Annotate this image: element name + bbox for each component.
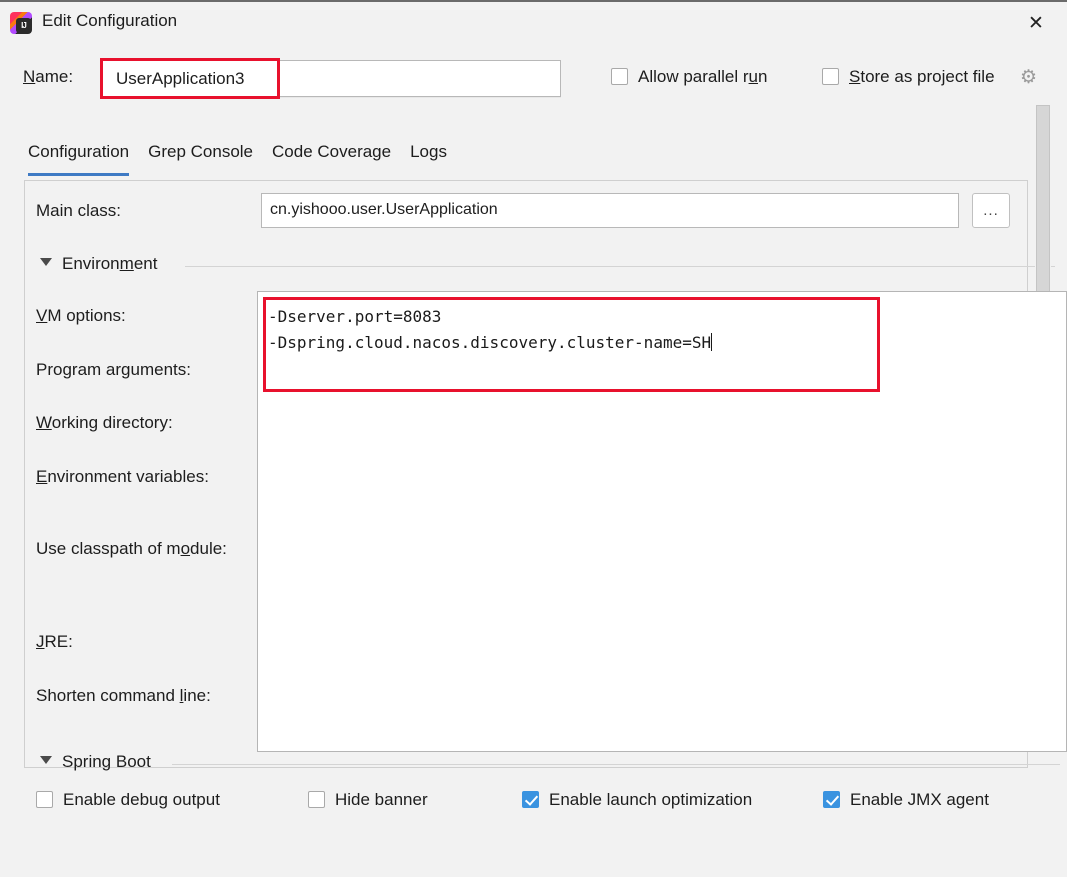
intellij-idea-icon xyxy=(10,12,32,34)
tab-bar: Configuration Grep Console Code Coverage Lo… xyxy=(28,142,466,176)
name-label: Name: xyxy=(23,67,73,87)
hide-banner-checkbox[interactable]: Hide banner xyxy=(308,790,428,810)
vm-options-line-1: -Dserver.port=8083 xyxy=(268,307,441,326)
chevron-down-icon xyxy=(40,756,52,764)
window-title: Edit Configuration xyxy=(42,11,177,31)
name-input[interactable]: UserApplication3 xyxy=(101,60,561,97)
checkbox-box xyxy=(522,791,539,808)
edit-configuration-dialog: Edit Configuration ✕ Name: UserApplicati… xyxy=(0,0,1067,877)
checkbox-box xyxy=(822,68,839,85)
working-directory-label: Working directory: xyxy=(36,413,173,433)
tab-logs[interactable]: Logs xyxy=(410,142,447,173)
checkbox-box xyxy=(36,791,53,808)
vm-options-editor-popup[interactable]: -Dserver.port=8083 -Dspring.cloud.nacos.d… xyxy=(257,291,1067,752)
enable-launch-optimization-checkbox[interactable]: Enable launch optimization xyxy=(522,790,752,810)
title-bar: Edit Configuration ✕ xyxy=(0,0,1067,42)
enable-jmx-agent-label: Enable JMX agent xyxy=(850,790,989,809)
vm-options-text[interactable]: -Dserver.port=8083 -Dspring.cloud.nacos.d… xyxy=(268,304,712,356)
tab-grep-console[interactable]: Grep Console xyxy=(148,142,253,173)
spring-boot-section-header[interactable]: Spring Boot xyxy=(40,752,151,772)
close-icon[interactable]: ✕ xyxy=(1013,4,1059,42)
section-divider xyxy=(185,266,1055,267)
dialog-footer: ? OK Cancel Apply CSDN @Yishooo. xyxy=(0,812,1067,877)
checkbox-box xyxy=(308,791,325,808)
environment-section-header[interactable]: Environment xyxy=(40,254,157,274)
main-class-value: cn.yishooo.user.UserApplication xyxy=(270,201,498,219)
main-class-browse-button[interactable]: ... xyxy=(972,193,1010,228)
enable-jmx-agent-checkbox[interactable]: Enable JMX agent xyxy=(823,790,989,810)
spring-boot-section-label: Spring Boot xyxy=(62,752,151,771)
checkbox-box xyxy=(823,791,840,808)
vm-options-line-2: -Dspring.cloud.nacos.discovery.cluster-n… xyxy=(268,333,711,352)
tab-configuration[interactable]: Configuration xyxy=(28,142,129,176)
shorten-command-line-label: Shorten command line: xyxy=(36,686,211,706)
section-divider xyxy=(172,764,1060,765)
use-classpath-of-module-label: Use classpath of module: xyxy=(36,539,227,559)
name-input-value: UserApplication3 xyxy=(116,69,245,89)
allow-parallel-run-label: Allow parallel run xyxy=(638,67,767,86)
environment-variables-label: Environment variables: xyxy=(36,467,209,487)
environment-section-label: Environment xyxy=(62,254,157,273)
main-class-label: Main class: xyxy=(36,201,121,221)
chevron-down-icon xyxy=(40,258,52,266)
allow-parallel-run-checkbox[interactable]: Allow parallel run xyxy=(611,67,767,87)
checkbox-box xyxy=(611,68,628,85)
enable-launch-optimization-label: Enable launch optimization xyxy=(549,790,752,809)
hide-banner-label: Hide banner xyxy=(335,790,428,809)
enable-debug-output-checkbox[interactable]: Enable debug output xyxy=(36,790,220,810)
gear-icon[interactable]: ⚙ xyxy=(1020,68,1040,88)
program-arguments-label: Program arguments: xyxy=(36,360,191,380)
vm-options-label: VM options: xyxy=(36,306,126,326)
enable-debug-output-label: Enable debug output xyxy=(63,790,220,809)
store-as-project-file-label: Store as project file xyxy=(849,67,995,86)
store-as-project-file-checkbox[interactable]: Store as project file xyxy=(822,67,995,87)
jre-label: JRE: xyxy=(36,632,73,652)
text-caret xyxy=(711,333,712,351)
main-class-input[interactable]: cn.yishooo.user.UserApplication xyxy=(261,193,959,228)
tab-code-coverage[interactable]: Code Coverage xyxy=(272,142,391,173)
